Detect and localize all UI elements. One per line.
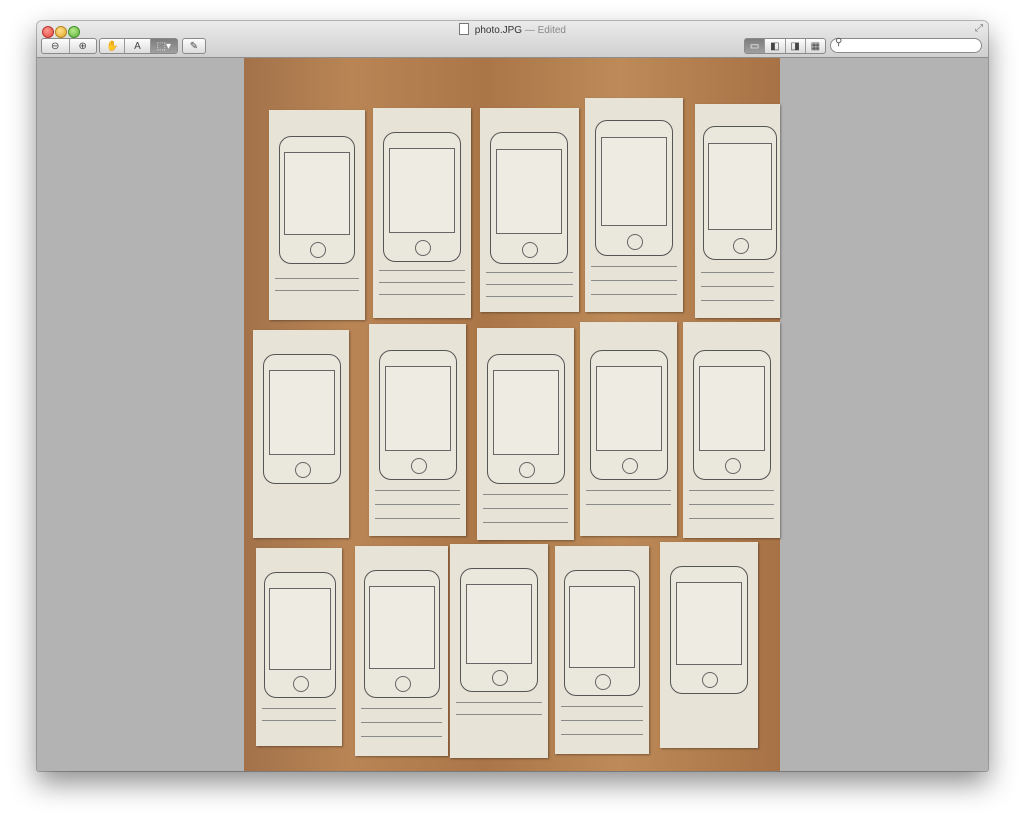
- document-icon: [459, 23, 470, 35]
- sketch-card-3: [480, 108, 579, 312]
- phone-sketch: [490, 132, 568, 264]
- zoom-out-button[interactable]: ⊖: [42, 39, 70, 53]
- filename: photo.JPG: [474, 25, 523, 36]
- sketch-card-4: [585, 98, 683, 312]
- text-select-button[interactable]: A: [125, 39, 151, 53]
- search-icon: ⚲: [835, 37, 843, 48]
- phone-sketch: [279, 136, 355, 264]
- sketch-card-10: [683, 322, 780, 538]
- fullscreen-icon[interactable]: ⤢: [975, 23, 983, 34]
- view-contact-sheet-button[interactable]: ▦: [806, 39, 825, 53]
- view-mode-controls: ▭ ◧ ◨ ▦: [744, 38, 826, 54]
- markup-button[interactable]: ✎: [183, 39, 205, 53]
- sketch-card-2: [373, 108, 471, 318]
- zoom-controls: ⊖ ⊕: [41, 38, 97, 54]
- phone-sketch: [379, 350, 457, 480]
- phone-sketch: [263, 354, 341, 484]
- table-of-contents-icon: ◨: [790, 40, 800, 52]
- contact-sheet-icon: ▦: [810, 40, 821, 52]
- markup-controls: ✎: [182, 38, 206, 54]
- rect-select-icon: ⬚▾: [156, 40, 172, 52]
- image-canvas: [37, 58, 988, 771]
- wireframe-photo[interactable]: [244, 58, 780, 771]
- search-field[interactable]: ⚲: [830, 37, 982, 53]
- sketch-card-5: [695, 104, 780, 318]
- phone-sketch: [364, 570, 440, 698]
- sketch-card-7: [369, 324, 466, 536]
- sketch-card-11: [256, 548, 342, 746]
- zoom-in-icon: ⊕: [78, 40, 87, 52]
- phone-sketch: [590, 350, 668, 480]
- hand-tool-icon: ✋: [105, 40, 119, 52]
- view-thumbnails-button[interactable]: ◧: [765, 39, 786, 53]
- text-select-icon: A: [134, 40, 141, 52]
- preview-window: photo.JPG — Edited ⤢ ⊖ ⊕ ✋ A ⬚▾ ✎ ▭ ◧ ◨ …: [37, 21, 988, 771]
- edited-status: — Edited: [524, 25, 566, 36]
- phone-sketch: [703, 126, 777, 260]
- thumbnails-icon: ◧: [770, 40, 780, 52]
- sketch-card-1: [269, 110, 365, 320]
- zoom-out-icon: ⊖: [51, 40, 60, 52]
- phone-sketch: [264, 572, 336, 698]
- sketch-card-15: [660, 542, 758, 748]
- phone-sketch: [564, 570, 640, 696]
- phone-sketch: [460, 568, 538, 692]
- sketch-card-12: [355, 546, 448, 756]
- tool-controls: ✋ A ⬚▾: [99, 38, 178, 54]
- sketch-card-13: [450, 544, 548, 758]
- phone-sketch: [670, 566, 748, 694]
- view-toc-button[interactable]: ◨: [786, 39, 806, 53]
- window-title: photo.JPG — Edited: [37, 23, 988, 36]
- sketch-card-8: [477, 328, 574, 540]
- phone-sketch: [693, 350, 771, 480]
- phone-sketch: [595, 120, 673, 256]
- sketch-card-9: [580, 322, 677, 536]
- phone-sketch: [383, 132, 461, 262]
- pencil-icon: ✎: [189, 40, 199, 52]
- sketch-card-6: [253, 330, 349, 538]
- zoom-in-button[interactable]: ⊕: [70, 39, 97, 53]
- phone-sketch: [487, 354, 565, 484]
- title-bar[interactable]: photo.JPG — Edited ⤢ ⊖ ⊕ ✋ A ⬚▾ ✎ ▭ ◧ ◨ …: [37, 21, 988, 58]
- view-content-only-button[interactable]: ▭: [745, 39, 766, 53]
- sketch-card-14: [555, 546, 649, 754]
- search-input[interactable]: [845, 39, 975, 51]
- content-only-icon: ▭: [749, 40, 760, 52]
- hand-tool-button[interactable]: ✋: [100, 39, 126, 53]
- rect-select-button[interactable]: ⬚▾: [150, 39, 177, 53]
